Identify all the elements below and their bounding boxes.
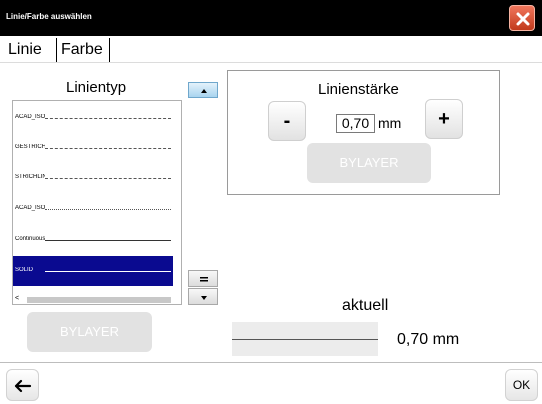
current-value: 0,70 mm [397,331,460,348]
linetype-preview [45,209,171,210]
linetype-preview [45,148,171,149]
equals-icon [200,277,208,282]
list-item[interactable]: ACAD_ISO [13,103,173,133]
tab-farbe[interactable]: Farbe [56,38,110,62]
list-item[interactable]: ACAD_ISO [13,194,173,224]
increase-button[interactable]: + [425,99,463,139]
scrollbar-thumb[interactable] [27,297,171,303]
linetype-preview [45,118,171,119]
linetype-preview [45,240,171,241]
current-label: aktuell [342,297,389,314]
current-line-preview [232,322,378,356]
scroll-down-button[interactable] [188,288,218,305]
lineweight-unit: mm [378,115,402,131]
close-button[interactable] [509,5,535,31]
linetype-list[interactable]: ACAD_ISO GESTRICHELT STRICHLINIE ACAD_IS… [12,100,182,305]
tab-divider [0,62,542,63]
linetype-preview [45,178,171,179]
triangle-up-icon [201,89,207,93]
list-item[interactable]: GESTRICHELT [13,133,173,163]
ok-button[interactable]: OK [505,369,538,401]
linetype-name: ACAD_ISO [15,205,45,211]
dialog-window: Linie/Farbe auswählen Linie Farbe Linien… [0,0,542,404]
lineweight-label: Linienstärke [318,81,399,98]
footer-divider [0,362,542,363]
back-button[interactable] [6,369,39,401]
lineweight-panel: Linienstärke - 0,70 mm + BYLAYER [227,70,500,195]
linetype-preview [45,271,171,272]
linetype-name: ACAD_ISO [15,114,45,120]
close-icon [516,12,530,26]
decrease-button[interactable]: - [268,101,306,141]
scroll-up-button[interactable] [188,82,218,98]
linetype-name: GESTRICHELT [15,144,45,150]
linetype-name: STRICHLINIE [15,174,45,180]
linetype-label: Linientyp [66,79,127,96]
scroll-left-icon[interactable]: < [15,295,19,302]
list-item[interactable]: STRICHLINIE [13,163,173,193]
linetype-name: SOLID [15,267,34,273]
lineweight-bylayer-button[interactable]: BYLAYER [307,143,431,183]
tab-linie[interactable]: Linie [8,38,54,62]
window-title: Linie/Farbe auswählen [6,12,92,21]
preview-line [232,339,378,340]
scroll-page-button[interactable] [188,270,218,287]
lineweight-value-field[interactable]: 0,70 [336,114,375,133]
triangle-down-icon [201,296,207,300]
arrow-left-icon [14,379,32,393]
list-item[interactable]: Continuous [13,225,173,255]
linetype-bylayer-button[interactable]: BYLAYER [27,312,152,352]
list-item-selected[interactable]: SOLID [13,256,173,286]
title-bar: Linie/Farbe auswählen [0,0,542,36]
linetype-name: Continuous [15,236,45,242]
horizontal-scrollbar[interactable]: < [13,295,181,304]
